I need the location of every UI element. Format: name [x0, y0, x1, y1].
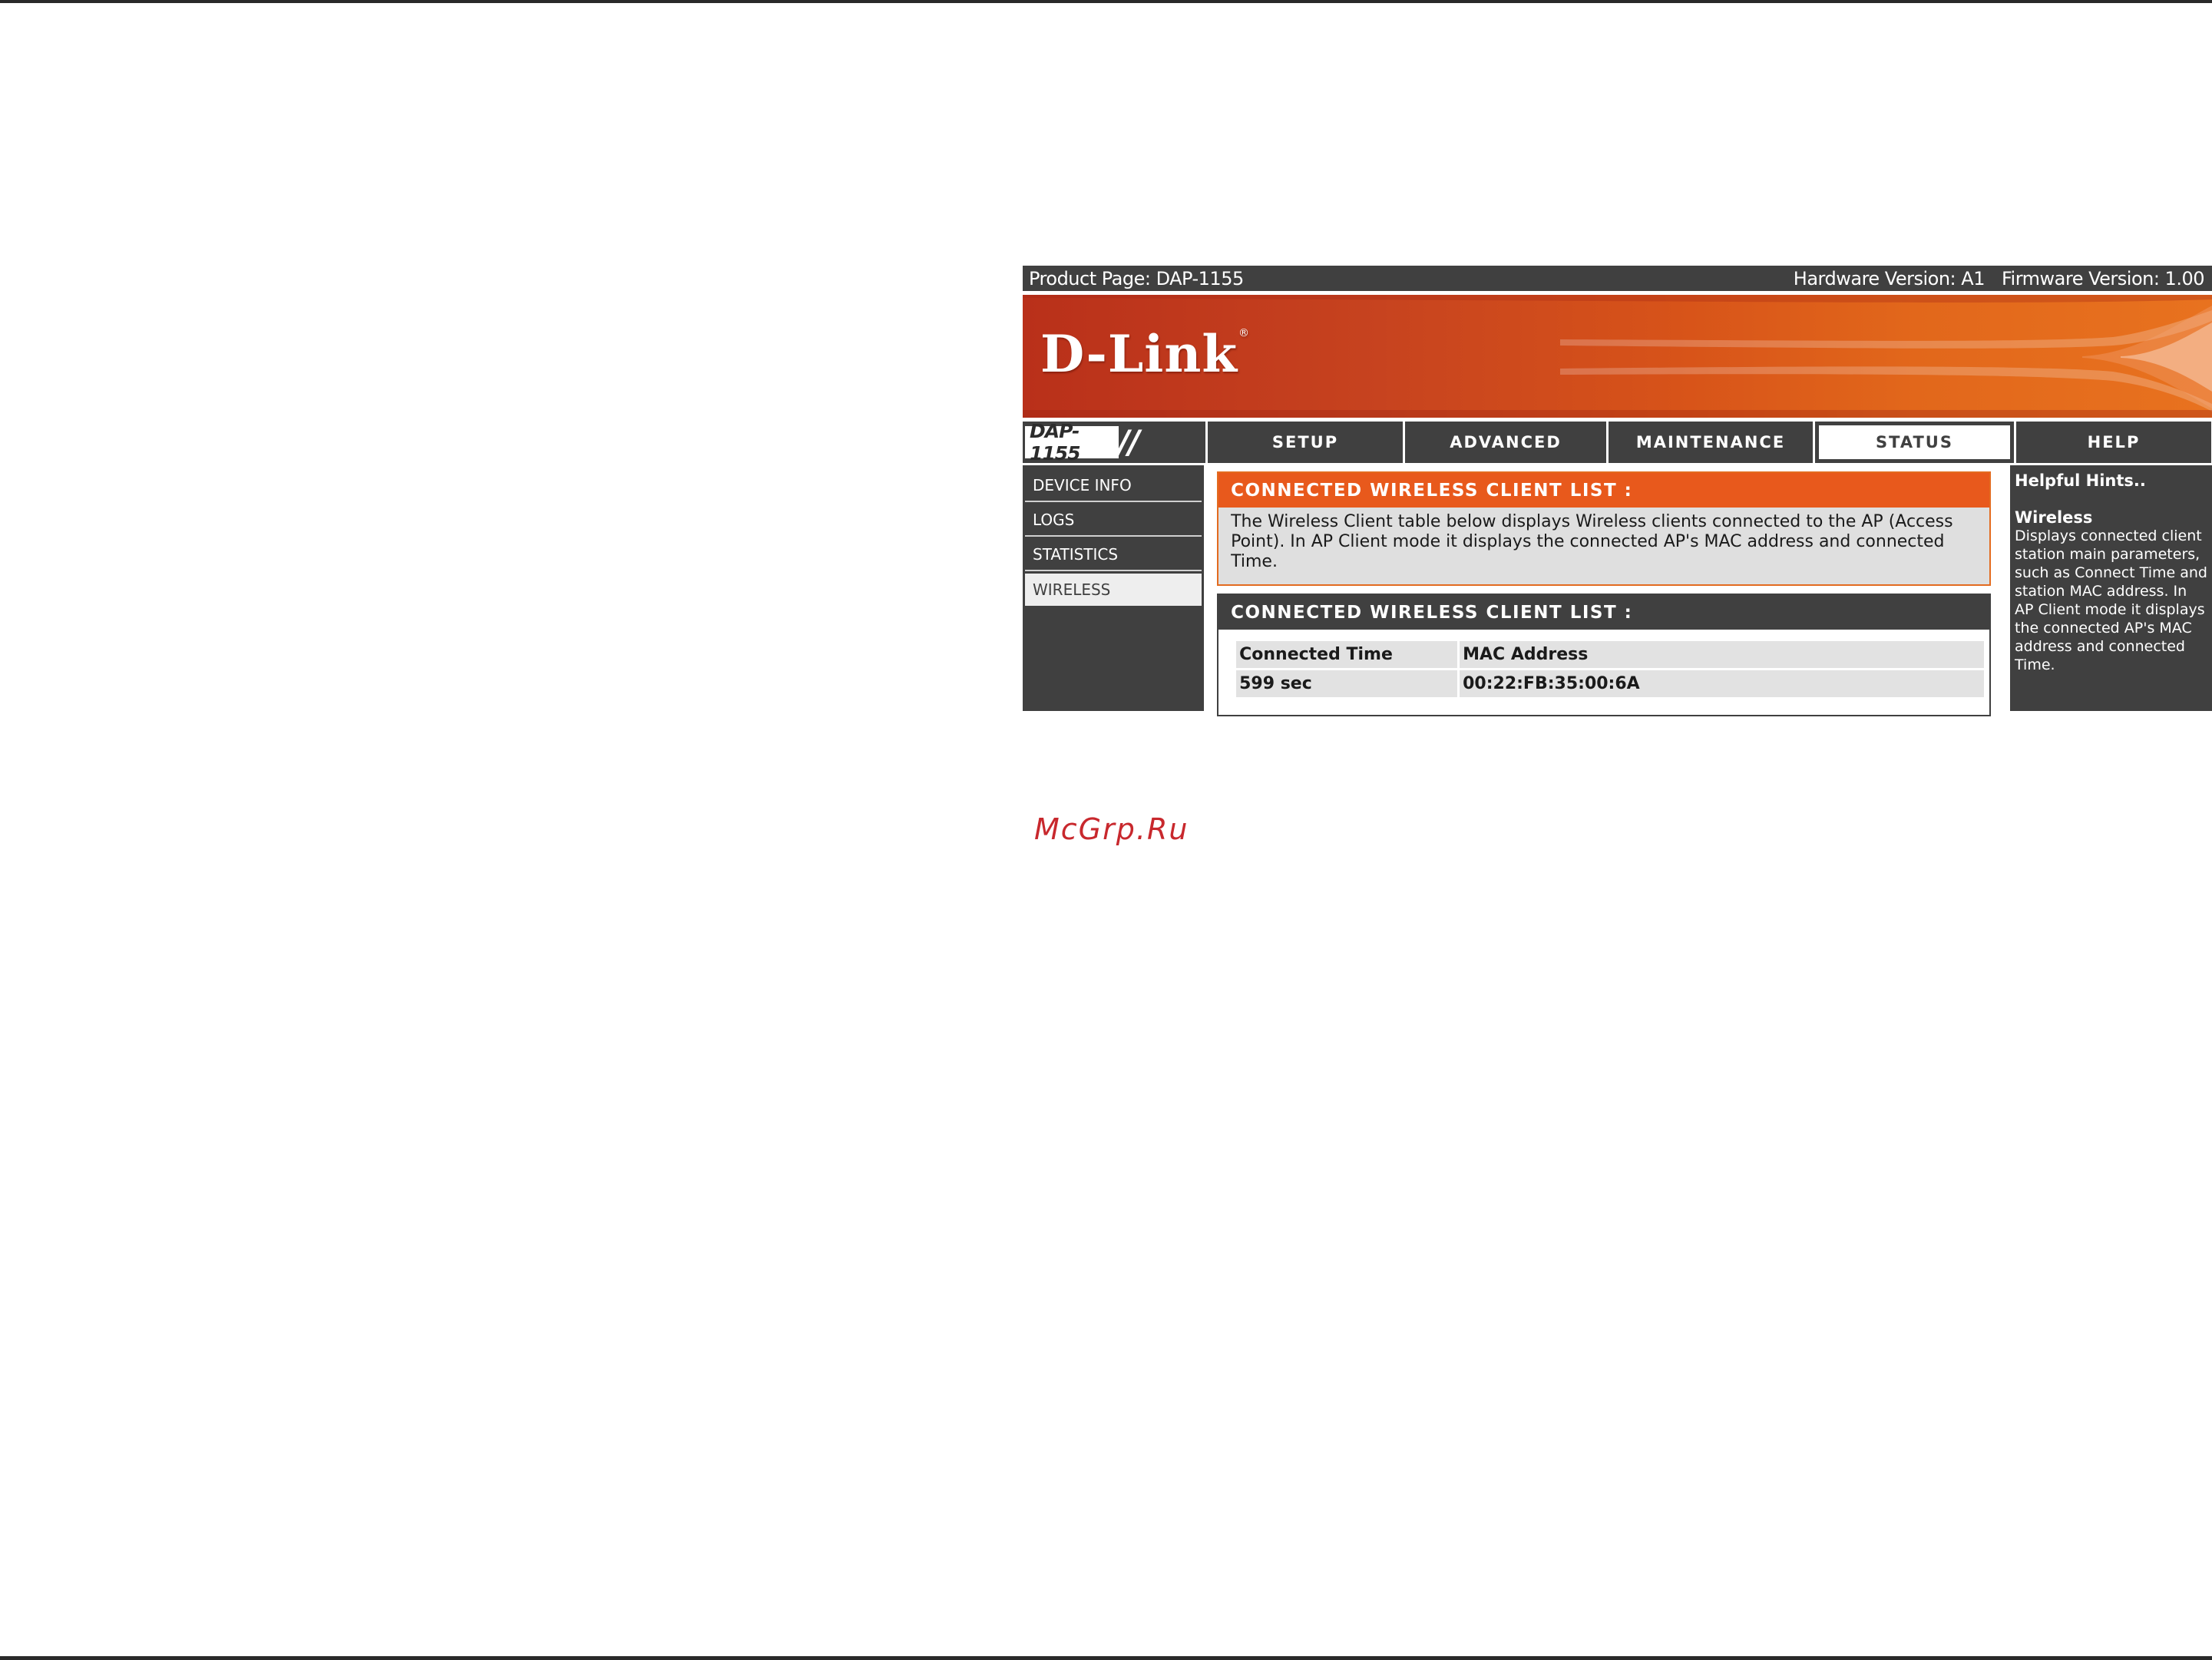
- sidebar-item-statistics[interactable]: STATISTICS: [1025, 539, 1202, 571]
- dlink-logo: D-Link®: [1040, 324, 1251, 384]
- hints-title: Helpful Hints..: [2015, 471, 2146, 490]
- table-row: 599 sec 00:22:FB:35:00:6A: [1236, 670, 1985, 697]
- page-body: DEVICE INFO LOGS STATISTICS WIRELESS CON…: [1023, 465, 2212, 716]
- main-nav: DAP-1155 // SETUP ADVANCED MAINTENANCE S…: [1023, 420, 2212, 465]
- client-table: Connected Time MAC Address 599 sec 00:22…: [1234, 639, 1986, 699]
- page-top-rule: [0, 0, 2212, 3]
- column-header-connected-time: Connected Time: [1236, 641, 1458, 668]
- sidebar-item-device-info[interactable]: DEVICE INFO: [1025, 470, 1202, 502]
- slash-decoration: //: [1118, 423, 1140, 461]
- column-header-mac-address: MAC Address: [1460, 641, 1985, 668]
- sidebar-item-wireless[interactable]: WIRELESS: [1025, 574, 1202, 606]
- brand-banner: D-Link®: [1023, 295, 2212, 418]
- tab-advanced[interactable]: ADVANCED: [1405, 422, 1606, 463]
- hints-text: Displays connected client station main p…: [2015, 527, 2207, 673]
- firmware-version: Firmware Version: 1.00: [2001, 267, 2205, 289]
- tab-maintenance[interactable]: MAINTENANCE: [1609, 422, 1813, 463]
- hardware-version: Hardware Version: A1: [1793, 267, 1986, 289]
- tab-help[interactable]: HELP: [2016, 422, 2211, 463]
- main-content: CONNECTED WIRELESS CLIENT LIST : The Wir…: [1206, 465, 1999, 716]
- intro-description: The Wireless Client table below displays…: [1231, 512, 1953, 571]
- intro-header: CONNECTED WIRELESS CLIENT LIST :: [1218, 473, 1990, 508]
- sidebar-item-logs[interactable]: LOGS: [1025, 504, 1202, 537]
- model-name: DAP-1155: [1025, 420, 1119, 465]
- sidebar-menu: DEVICE INFO LOGS STATISTICS WIRELESS: [1023, 465, 1205, 711]
- page-bottom-rule: [0, 1656, 2212, 1660]
- cell-mac-address: 00:22:FB:35:00:6A: [1460, 670, 1985, 697]
- hints-subtitle: Wireless: [2015, 508, 2093, 527]
- model-badge: DAP-1155 //: [1023, 420, 1205, 465]
- version-info: Hardware Version: A1 Firmware Version: 1.…: [1777, 267, 2205, 289]
- client-list-panel: CONNECTED WIRELESS CLIENT LIST : Connect…: [1217, 594, 1992, 716]
- intro-panel: CONNECTED WIRELESS CLIENT LIST : The Wir…: [1217, 471, 1992, 586]
- tab-status[interactable]: STATUS: [1815, 422, 2014, 463]
- product-page-label: Product Page: DAP-1155: [1029, 267, 1244, 289]
- client-list-header: CONNECTED WIRELESS CLIENT LIST :: [1218, 595, 1990, 630]
- router-admin-screenshot: Product Page: DAP-1155 Hardware Version:…: [1023, 266, 2212, 716]
- cell-connected-time: 599 sec: [1236, 670, 1458, 697]
- top-info-bar: Product Page: DAP-1155 Hardware Version:…: [1023, 266, 2212, 291]
- tab-setup[interactable]: SETUP: [1208, 422, 1403, 463]
- table-header-row: Connected Time MAC Address: [1236, 641, 1985, 668]
- helpful-hints-panel: Helpful Hints.. Wireless Displays connec…: [2010, 465, 2212, 711]
- watermark-text: McGrp.Ru: [1034, 812, 1189, 846]
